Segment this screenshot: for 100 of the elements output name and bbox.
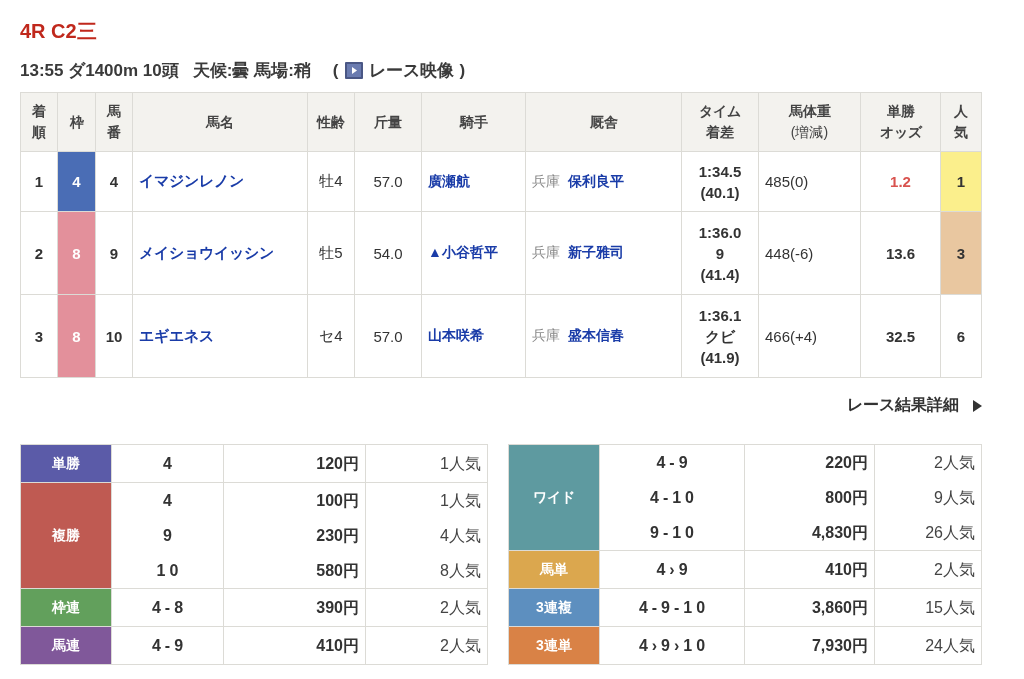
frame-number: 8 — [57, 211, 96, 295]
parenthesis: ) — [459, 60, 466, 81]
popularity-rank: 2人気 — [439, 598, 481, 618]
bet-type-label: ワイド — [508, 444, 600, 551]
column-header: 厩舎 — [525, 92, 682, 152]
time-text: 1:36.1 — [697, 305, 743, 326]
time-text: 1:34.5 — [697, 161, 743, 182]
popularity-rank: 1人気 — [439, 491, 481, 511]
payout-amount: 410円 — [824, 560, 868, 580]
popularity-rank: 2人気 — [933, 560, 975, 580]
horse-number: 10 — [95, 294, 133, 378]
popularity: 6 — [940, 294, 982, 378]
trainer-region: 兵庫 — [532, 327, 560, 343]
payout-amount: 230円 — [315, 526, 359, 546]
jockey-link[interactable]: 山本咲希 — [428, 327, 484, 343]
popularity-rank: 4人気 — [439, 526, 481, 546]
video-link[interactable]: レース映像 — [368, 59, 454, 82]
win-odds: 1.2 — [860, 151, 941, 212]
horse-name-link[interactable]: エギエネス — [139, 326, 214, 344]
trainer-link[interactable]: 盛本信春 — [568, 327, 624, 343]
trainer-link[interactable]: 保利良平 — [568, 172, 624, 189]
body-weight: 448(-6) — [758, 211, 861, 295]
race-title: 4R C2三 — [20, 19, 97, 44]
popularity-rank: 24人気 — [924, 636, 975, 656]
combination-text: 4›9›10 — [637, 636, 711, 656]
body-weight: 485(0) — [758, 151, 861, 212]
bet-type-label: 3連複 — [508, 588, 600, 627]
combination-text: 4›9 — [655, 560, 693, 580]
popularity-rank: 2人気 — [933, 453, 975, 473]
finish-position: 1 — [20, 151, 58, 212]
video-icon[interactable] — [344, 62, 363, 79]
time-text: (41.9) — [699, 347, 741, 368]
time-text: 1:36.0 — [697, 222, 743, 243]
body-weight: 466(+4) — [758, 294, 861, 378]
horse-number: 9 — [95, 211, 133, 295]
time-text: (40.1) — [699, 182, 741, 203]
column-header: 斤量 — [354, 92, 422, 152]
payout-amount: 580円 — [315, 561, 359, 581]
horse-name-link[interactable]: メイショウイッシン — [139, 243, 274, 261]
bet-type-label: 枠連 — [20, 588, 112, 627]
finish-position: 2 — [20, 211, 58, 295]
popularity: 1 — [940, 151, 982, 212]
payout-amount: 220円 — [824, 453, 868, 473]
triangle-right-icon[interactable] — [973, 399, 982, 412]
popularity: 3 — [940, 211, 982, 295]
column-header: 騎手 — [421, 92, 526, 152]
trainer-region: 兵庫 — [532, 244, 560, 260]
win-odds: 13.6 — [860, 211, 941, 295]
payout-amount: 4,830円 — [810, 523, 868, 543]
trainer-region: 兵庫 — [532, 172, 560, 189]
frame-number: 4 — [57, 151, 96, 212]
column-header: 着順 — [20, 92, 58, 152]
column-header: 枠 — [57, 92, 96, 152]
combination-text: 4-9 — [655, 453, 693, 473]
trainer-link[interactable]: 新子雅司 — [568, 244, 624, 260]
time-text: クビ — [704, 326, 737, 347]
column-header: 馬名 — [132, 92, 308, 152]
popularity-rank: 1人気 — [439, 454, 481, 474]
bet-type-label: 3連単 — [508, 626, 600, 665]
combination-text: 4 — [162, 454, 177, 474]
finish-position: 3 — [20, 294, 58, 378]
race-details-link[interactable]: レース結果詳細 — [847, 395, 959, 416]
sex-age: セ4 — [307, 294, 355, 378]
column-header: 馬番 — [95, 92, 133, 152]
popularity-rank: 8人気 — [439, 561, 481, 581]
jockey-link[interactable]: ▲小谷哲平 — [428, 244, 498, 260]
bet-type-label: 複勝 — [20, 482, 112, 589]
payout-amount: 410円 — [315, 636, 359, 656]
weight-carried: 57.0 — [354, 151, 422, 212]
time-text: (41.4) — [699, 264, 741, 285]
combination-text: 4-8 — [150, 598, 189, 618]
parenthesis: ( — [332, 60, 339, 81]
combination-text: 9 — [162, 526, 177, 546]
column-header: 人気 — [940, 92, 982, 152]
bet-type-label: 馬連 — [20, 626, 112, 665]
frame-number: 8 — [57, 294, 96, 378]
race-info: 13:55 ダ1400m 10頭 — [20, 60, 179, 82]
combination-text: 4-10 — [649, 488, 699, 508]
sex-age: 牡5 — [307, 211, 355, 295]
combination-text: 9-10 — [649, 523, 699, 543]
sex-age: 牡4 — [307, 151, 355, 212]
time-text: 9 — [714, 243, 726, 264]
column-header: 単勝 オッズ — [860, 92, 941, 152]
payout-amount: 800円 — [824, 488, 868, 508]
payout-amount: 3,860円 — [810, 598, 868, 618]
horse-name-link[interactable]: イマジンレノン — [139, 172, 244, 189]
popularity-rank: 9人気 — [933, 488, 975, 508]
jockey-link[interactable]: 廣瀬航 — [428, 172, 470, 189]
combination-text: 4-9-10 — [637, 598, 711, 618]
combination-text: 10 — [155, 561, 184, 581]
popularity-rank: 26人気 — [924, 523, 975, 543]
payout-amount: 7,930円 — [810, 636, 868, 656]
column-header: 性齢 — [307, 92, 355, 152]
horse-number: 4 — [95, 151, 133, 212]
popularity-rank: 15人気 — [924, 598, 975, 618]
payout-amount: 100円 — [315, 491, 359, 511]
win-odds: 32.5 — [860, 294, 941, 378]
payout-amount: 120円 — [315, 454, 359, 474]
column-header: 馬体重 (増減) — [758, 92, 861, 152]
combination-text: 4-9 — [150, 636, 189, 656]
